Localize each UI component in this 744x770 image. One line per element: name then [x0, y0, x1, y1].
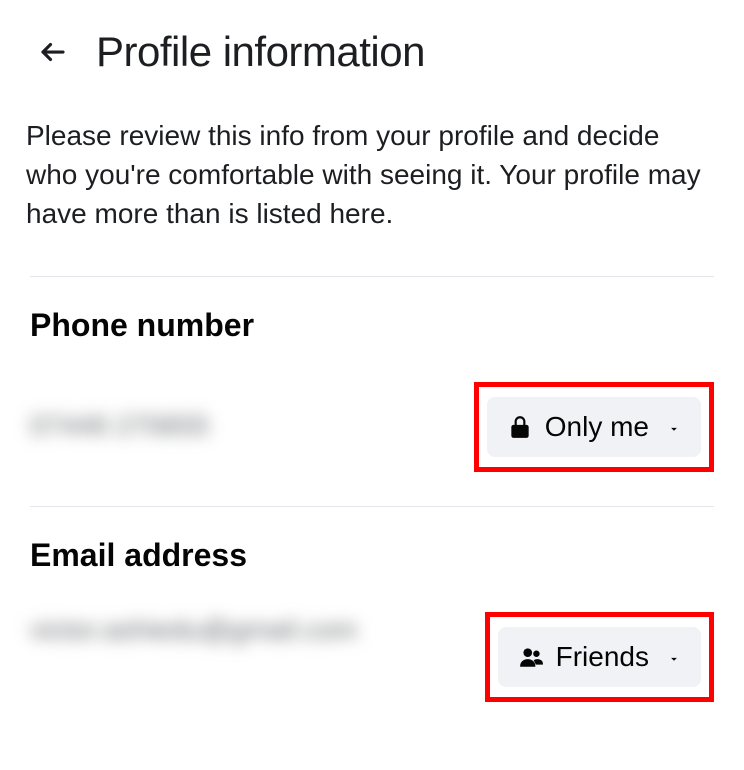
- email-value: victor.ashiedu@gmail.com: [30, 612, 350, 648]
- email-section-title: Email address: [30, 537, 714, 574]
- email-section: Email address victor.ashiedu@gmail.com F…: [0, 507, 744, 736]
- phone-value: 07449 270655: [30, 408, 209, 444]
- highlight-annotation: Friends: [485, 612, 714, 702]
- friends-icon: [518, 644, 544, 670]
- email-privacy-selector[interactable]: Friends: [498, 627, 701, 687]
- caret-down-icon: [667, 641, 681, 673]
- arrow-left-icon: [38, 37, 68, 67]
- back-button[interactable]: [38, 37, 68, 67]
- page-description: Please review this info from your profil…: [0, 116, 744, 234]
- page-title: Profile information: [96, 28, 425, 76]
- email-privacy-label: Friends: [556, 641, 649, 673]
- phone-privacy-label: Only me: [545, 411, 649, 443]
- caret-down-icon: [667, 411, 681, 443]
- phone-section-title: Phone number: [30, 307, 714, 344]
- phone-privacy-selector[interactable]: Only me: [487, 397, 701, 457]
- highlight-annotation: Only me: [474, 382, 714, 472]
- lock-icon: [507, 414, 533, 440]
- phone-section: Phone number 07449 270655 Only me: [0, 277, 744, 506]
